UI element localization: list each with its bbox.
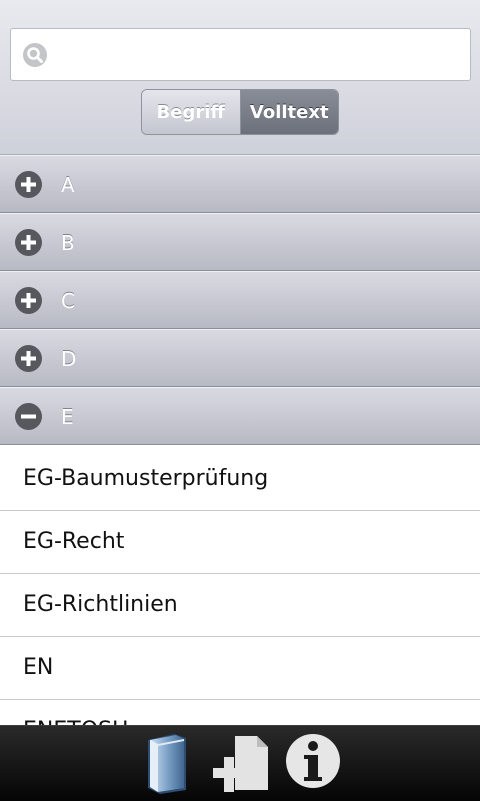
list-item[interactable]: EG-Baumusterprüfung	[0, 448, 480, 511]
search-input[interactable]	[57, 29, 466, 82]
section-b[interactable]: B	[0, 213, 480, 271]
list-item[interactable]: EG-Richtlinien	[0, 574, 480, 637]
expand-plus-icon	[15, 171, 42, 198]
section-letter: E	[61, 405, 74, 429]
section-list: A B C D E	[0, 155, 480, 445]
section-letter: A	[61, 173, 75, 197]
section-letter: B	[61, 231, 75, 255]
collapse-minus-icon	[15, 403, 42, 430]
section-letter: C	[61, 289, 75, 313]
add-document-icon[interactable]	[213, 734, 269, 798]
expand-plus-icon	[15, 345, 42, 372]
section-a[interactable]: A	[0, 155, 480, 213]
search-mode-toggle: Begriff Volltext	[141, 89, 339, 135]
list-item[interactable]: ENETOSH	[0, 700, 480, 725]
begriff-button[interactable]: Begriff	[142, 90, 241, 134]
section-d[interactable]: D	[0, 329, 480, 387]
section-letter: D	[61, 347, 77, 371]
volltext-button[interactable]: Volltext	[240, 90, 338, 134]
search-icon	[23, 43, 47, 67]
expand-plus-icon	[15, 287, 42, 314]
section-c[interactable]: C	[0, 271, 480, 329]
list-item[interactable]: EN	[0, 637, 480, 700]
info-icon[interactable]	[285, 733, 341, 793]
search-header: Begriff Volltext	[0, 0, 480, 155]
section-e[interactable]: E	[0, 387, 480, 445]
book-icon[interactable]	[144, 732, 190, 798]
expand-plus-icon	[15, 229, 42, 256]
bottom-toolbar	[0, 725, 480, 801]
list-item[interactable]: EG-Recht	[0, 511, 480, 574]
search-field[interactable]	[10, 28, 471, 82]
term-list: EG-Baumusterprüfung EG-Recht EG-Richtlin…	[0, 448, 480, 725]
